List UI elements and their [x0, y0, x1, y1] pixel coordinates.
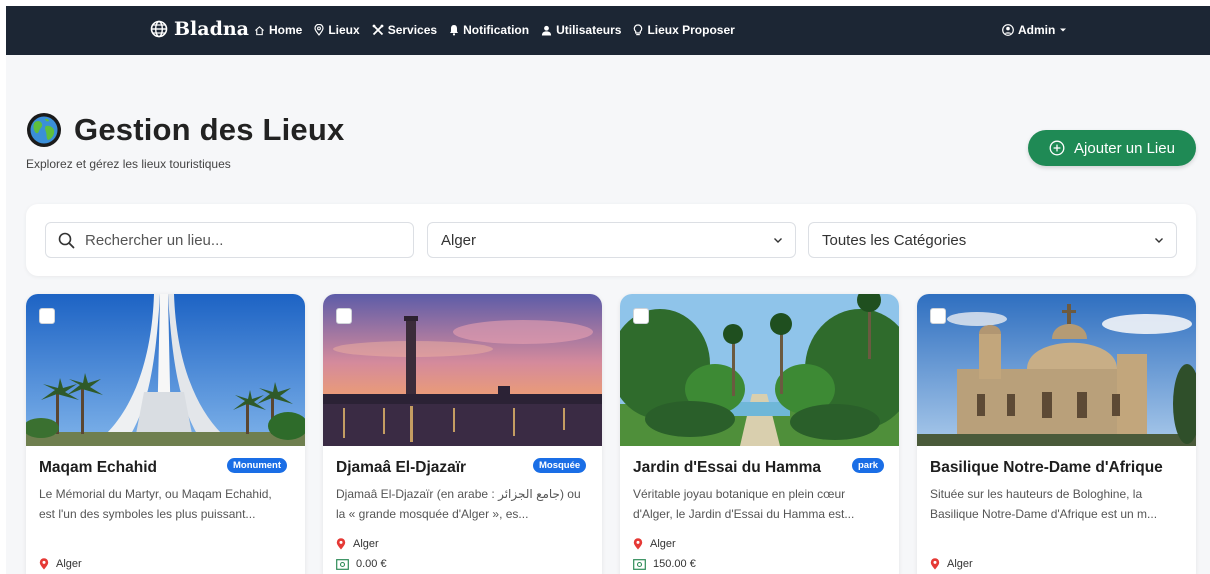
- nav-item-lieux-proposer[interactable]: Lieux Proposer: [633, 23, 735, 37]
- nav-label-home: Home: [269, 23, 303, 37]
- location-label: Alger: [947, 558, 973, 570]
- location-pin-icon: [930, 558, 940, 570]
- nav-links: Home Lieux Services Notification Utilisa…: [254, 23, 735, 37]
- app-window: Bladna Home Lieux Services Notification …: [6, 6, 1210, 574]
- place-description: Djamaâ El-Djazaïr (en arabe : جامع الجزا…: [336, 487, 581, 521]
- place-card[interactable]: Jardin d'Essai du Hamma park Véritable j…: [620, 294, 899, 574]
- chevron-down-icon: [774, 237, 782, 243]
- nav-label-utilisateurs: Utilisateurs: [556, 23, 622, 37]
- location-label: Alger: [56, 558, 82, 570]
- place-location: Alger: [930, 558, 973, 570]
- user-icon: [541, 25, 552, 36]
- brand[interactable]: Bladna: [150, 18, 249, 40]
- search-box: [45, 222, 414, 258]
- search-input[interactable]: [85, 231, 385, 249]
- place-location: Alger: [39, 558, 82, 570]
- place-description: Le Mémorial du Martyr, ou Maqam Echahid,…: [39, 487, 272, 521]
- lightbulb-icon: [634, 24, 643, 36]
- place-image: [917, 294, 1196, 446]
- home-icon: [255, 25, 264, 35]
- brand-name: Bladna: [174, 18, 249, 40]
- select-checkbox[interactable]: [39, 308, 55, 324]
- place-location: Alger: [336, 538, 379, 550]
- place-description: Située sur les hauteurs de Bologhine, la…: [930, 487, 1158, 521]
- page-header: Gestion des Lieux: [26, 112, 344, 148]
- location-label: Alger: [353, 538, 379, 550]
- admin-menu[interactable]: Admin: [1002, 23, 1067, 37]
- place-card[interactable]: Basilique Notre-Dame d'Afrique Située su…: [917, 294, 1196, 574]
- select-checkbox[interactable]: [633, 308, 649, 324]
- place-title: Jardin d'Essai du Hamma: [633, 459, 822, 476]
- add-place-label: Ajouter un Lieu: [1074, 139, 1175, 157]
- category-select[interactable]: Toutes les Catégories: [808, 222, 1177, 258]
- select-checkbox[interactable]: [930, 308, 946, 324]
- place-description: Véritable joyau botanique en plein cœur …: [633, 487, 855, 521]
- location-pin-icon: [633, 538, 643, 550]
- category-badge: Monument: [227, 458, 288, 473]
- caret-down-icon: [1060, 28, 1067, 32]
- place-price: 150.00 €: [633, 558, 696, 570]
- city-select[interactable]: Alger: [427, 222, 796, 258]
- nav-item-services[interactable]: Services: [372, 23, 437, 37]
- user-circle-icon: [1002, 24, 1014, 36]
- top-navbar: Bladna Home Lieux Services Notification …: [6, 6, 1210, 55]
- price-label: 150.00 €: [653, 558, 696, 570]
- nav-label-notification: Notification: [463, 23, 530, 37]
- location-pin-icon: [336, 538, 346, 550]
- place-image: [620, 294, 899, 446]
- place-title: Maqam Echahid: [39, 459, 157, 476]
- place-title: Djamaâ El-Djazaïr: [336, 459, 467, 476]
- price-label: 0.00 €: [356, 558, 387, 570]
- nav-label-lieux-proposer: Lieux Proposer: [647, 23, 735, 37]
- nav-item-lieux[interactable]: Lieux: [314, 23, 360, 37]
- nav-label-services: Services: [387, 23, 438, 37]
- city-select-value: Alger: [441, 231, 477, 249]
- map-pin-icon: [314, 24, 324, 36]
- search-icon: [58, 232, 75, 248]
- nav-item-utilisateurs[interactable]: Utilisateurs: [541, 23, 621, 37]
- nav-item-notification[interactable]: Notification: [449, 23, 529, 37]
- earth-icon: [27, 113, 61, 147]
- chevron-down-icon: [1155, 237, 1163, 243]
- place-card[interactable]: Djamaâ El-Djazaïr Mosquée Djamaâ El-Djaz…: [323, 294, 602, 574]
- category-badge: park: [852, 458, 885, 473]
- nav-item-home[interactable]: Home: [254, 23, 302, 37]
- filter-panel: Alger Toutes les Catégories: [26, 204, 1196, 276]
- select-checkbox[interactable]: [336, 308, 352, 324]
- page-title: Gestion des Lieux: [74, 112, 345, 147]
- bell-icon: [450, 25, 459, 36]
- place-price: 0.00 €: [336, 558, 387, 570]
- place-card[interactable]: Maqam Echahid Monument Le Mémorial du Ma…: [26, 294, 305, 574]
- location-label: Alger: [650, 538, 676, 550]
- page-subtitle: Explorez et gérez les lieux touristiques: [26, 157, 231, 171]
- plus-circle-icon: [1049, 140, 1065, 156]
- globe-icon: [150, 20, 168, 38]
- nav-label-lieux: Lieux: [328, 23, 360, 37]
- add-place-button[interactable]: Ajouter un Lieu: [1028, 130, 1196, 166]
- place-image: [323, 294, 602, 446]
- place-title: Basilique Notre-Dame d'Afrique: [930, 459, 1163, 476]
- admin-label: Admin: [1018, 23, 1056, 37]
- place-location: Alger: [633, 538, 676, 550]
- tools-icon: [372, 24, 384, 36]
- title-row: Gestion des Lieux: [26, 112, 344, 148]
- category-badge: Mosquée: [533, 458, 587, 473]
- money-icon: [633, 558, 646, 570]
- money-icon: [336, 558, 349, 570]
- location-pin-icon: [39, 558, 49, 570]
- place-image: [26, 294, 305, 446]
- category-select-value: Toutes les Catégories: [822, 231, 967, 249]
